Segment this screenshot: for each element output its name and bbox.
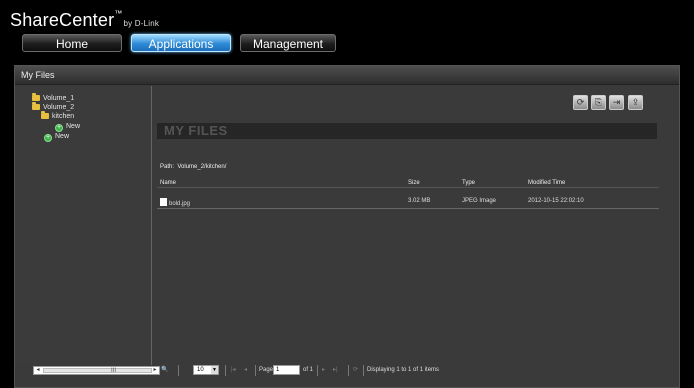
file-list-area: ⟳ ⎘ ⇥ ⇪ MY FILES Path: Volume_2/kitchen/… bbox=[152, 86, 679, 365]
next-page-icon[interactable]: ▸ bbox=[322, 366, 325, 375]
column-header-name[interactable]: Name bbox=[160, 180, 176, 186]
file-name: bold.jpg bbox=[169, 201, 191, 207]
page-number-input[interactable]: 1 bbox=[273, 365, 300, 375]
path-display: Path: Volume_2/kitchen/ bbox=[160, 164, 226, 170]
upload-icon[interactable]: ⇪ bbox=[628, 95, 643, 110]
file-modified-cell: 2012-10-15 22:02:10 bbox=[528, 198, 584, 204]
last-page-icon[interactable]: ▸| bbox=[333, 366, 338, 375]
pager-separator bbox=[363, 365, 364, 376]
brand-tm: ™ bbox=[114, 9, 123, 18]
file-name-cell[interactable]: bold.jpg bbox=[160, 198, 190, 207]
first-page-icon[interactable]: |◂ bbox=[231, 366, 236, 375]
path-value: Volume_2/kitchen/ bbox=[177, 164, 227, 170]
page-label: Page bbox=[259, 367, 274, 373]
pager-separator bbox=[348, 365, 349, 376]
tree-item-new-sub[interactable]: + New bbox=[55, 123, 80, 132]
row-divider bbox=[157, 208, 659, 209]
scroll-left-icon[interactable]: ◂ bbox=[34, 367, 42, 374]
pager-separator bbox=[255, 365, 256, 376]
column-header-size[interactable]: Size bbox=[408, 180, 420, 186]
copy-icon[interactable]: ⎘ bbox=[591, 95, 606, 110]
path-label: Path: bbox=[160, 164, 175, 170]
file-icon bbox=[160, 198, 167, 206]
column-header-type[interactable]: Type bbox=[462, 180, 475, 186]
tree-item-new-root[interactable]: + New bbox=[44, 133, 69, 142]
folder-icon bbox=[32, 93, 40, 101]
refresh-icon[interactable]: ⟳ bbox=[573, 95, 588, 110]
page-title: MY FILES bbox=[164, 123, 228, 138]
folder-tree: Volume_1 Volume_2 kitchen + New + New bbox=[15, 86, 152, 365]
heading-bar bbox=[157, 123, 657, 139]
scroll-thumb[interactable]: III bbox=[43, 368, 152, 374]
page-count-label: of 1 bbox=[303, 367, 314, 373]
nav-management-button[interactable]: Management bbox=[240, 34, 336, 52]
add-folder-icon: + bbox=[55, 124, 63, 132]
file-type-cell: JPEG Image bbox=[462, 198, 497, 204]
tree-horizontal-scrollbar[interactable]: ◂ III ▸ bbox=[33, 366, 160, 375]
brand-by: by D-Link bbox=[123, 19, 160, 28]
pager-separator bbox=[225, 365, 226, 376]
panel-title: My Files bbox=[15, 66, 679, 85]
nav-home-button[interactable]: Home bbox=[22, 34, 122, 52]
tree-label: New bbox=[55, 133, 70, 140]
tree-label: Volume_1 bbox=[43, 95, 75, 102]
move-icon[interactable]: ⇥ bbox=[609, 95, 624, 110]
chevron-down-icon[interactable]: ▼ bbox=[211, 366, 218, 374]
scroll-right-icon[interactable]: ▸ bbox=[151, 367, 159, 374]
nav-applications-button[interactable]: Applications bbox=[131, 34, 231, 52]
reload-icon[interactable]: ⟳ bbox=[353, 366, 358, 375]
add-folder-icon: + bbox=[44, 134, 52, 142]
header-divider bbox=[157, 187, 659, 188]
brand-logo: ShareCenter™by D-Link bbox=[10, 9, 160, 31]
search-icon[interactable]: 🔍 bbox=[161, 366, 168, 375]
my-files-panel: My Files Volume_1 Volume_2 kitchen + New … bbox=[14, 65, 680, 388]
tree-label: New bbox=[66, 123, 81, 130]
pager-status: Displaying 1 to 1 of 1 items bbox=[367, 367, 440, 373]
prev-page-icon[interactable]: ◂ bbox=[244, 366, 247, 375]
page-size-value: 10 bbox=[197, 367, 204, 373]
header: ShareCenter™by D-Link Home Applications … bbox=[0, 0, 694, 60]
pager-separator bbox=[178, 365, 179, 376]
file-size-cell: 3.02 MB bbox=[408, 198, 431, 204]
scroll-grip: III bbox=[111, 368, 117, 374]
tree-item-volume2[interactable]: Volume_2 bbox=[32, 102, 75, 111]
tree-label: Volume_2 bbox=[43, 104, 75, 111]
tree-item-volume1[interactable]: Volume_1 bbox=[32, 93, 75, 102]
column-header-modified[interactable]: Modified Time bbox=[528, 180, 565, 186]
folder-icon bbox=[41, 111, 49, 119]
page-size-select[interactable]: 10 ▼ bbox=[193, 365, 219, 375]
brand-name: ShareCenter bbox=[10, 10, 115, 30]
pager-separator bbox=[317, 365, 318, 376]
tree-label: kitchen bbox=[52, 113, 75, 120]
tree-item-kitchen[interactable]: kitchen bbox=[41, 111, 75, 120]
folder-icon bbox=[32, 102, 40, 110]
